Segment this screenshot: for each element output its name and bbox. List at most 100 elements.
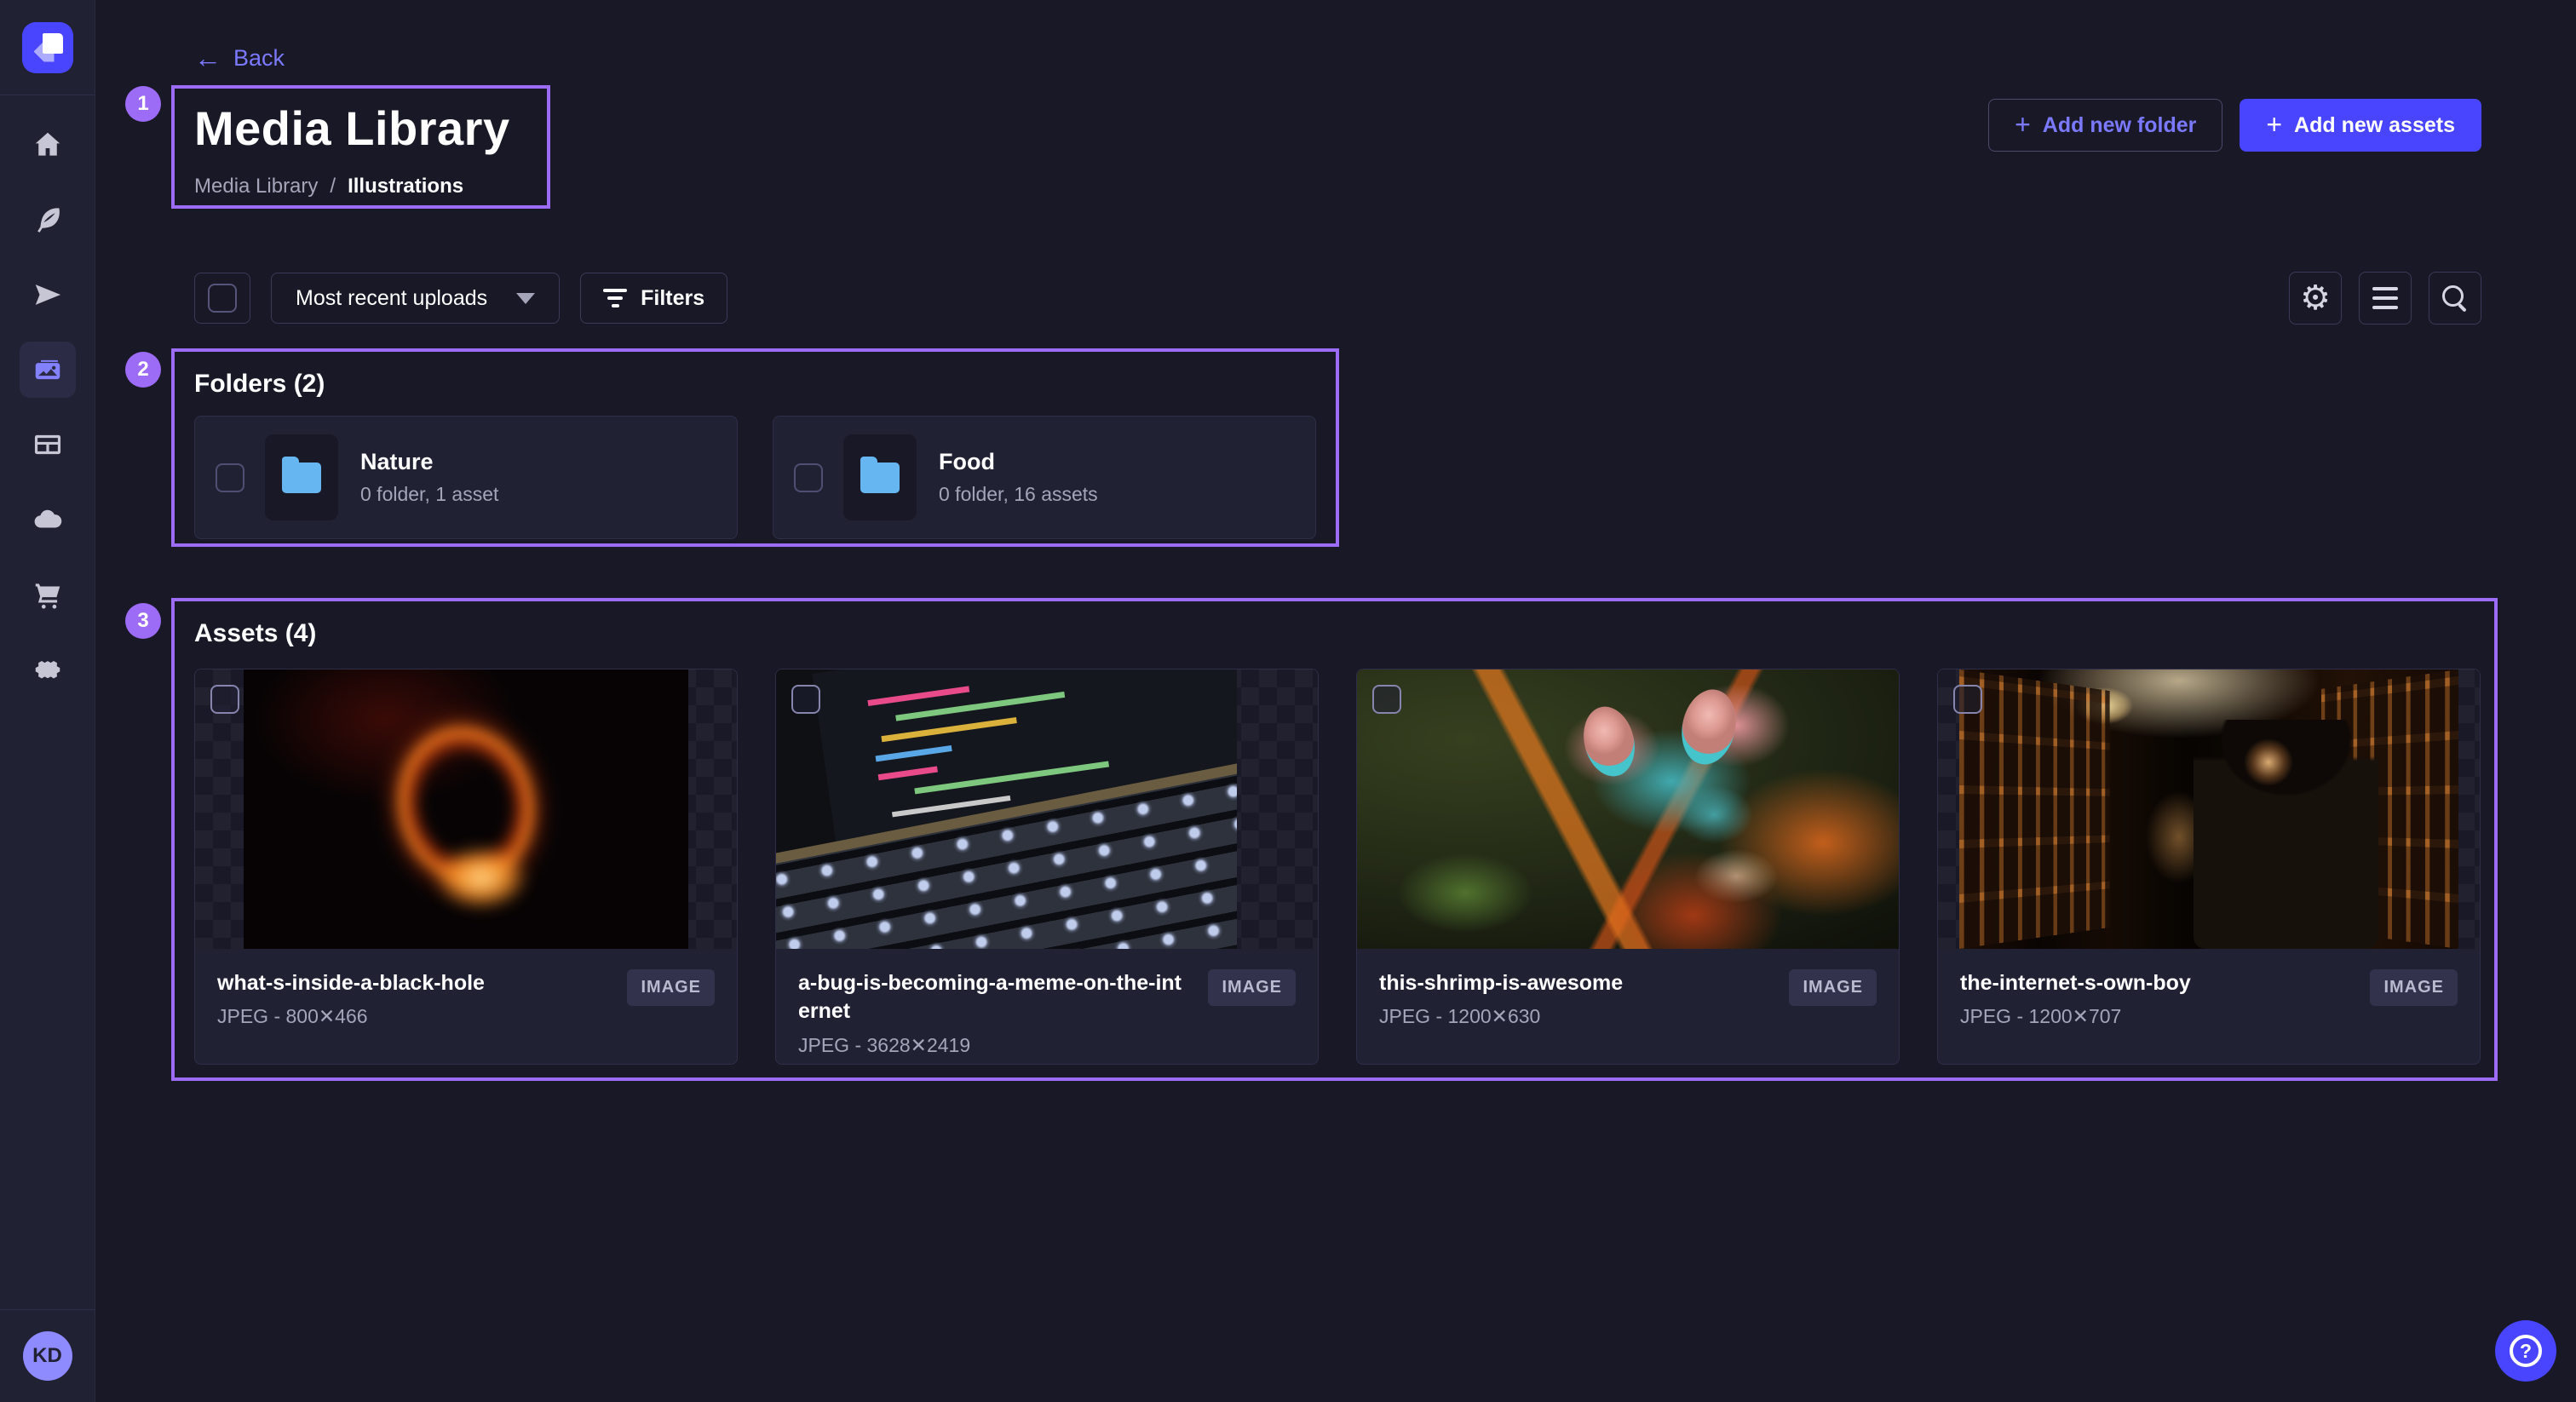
select-all-checkbox[interactable] <box>208 284 237 313</box>
asset-footer: this-shrimp-is-awesome JPEG - 1200✕630 I… <box>1357 949 1899 1064</box>
gear-icon <box>32 653 64 686</box>
asset-name: the-internet-s-own-boy <box>1960 969 2355 997</box>
add-new-folder-label: Add new folder <box>2043 113 2197 138</box>
asset-footer: what-s-inside-a-black-hole JPEG - 800✕46… <box>195 949 737 1064</box>
folder-icon-wrap <box>843 434 917 520</box>
plus-icon: + <box>2266 111 2282 138</box>
active-nav-highlight <box>20 342 76 398</box>
plus-icon: + <box>2015 111 2031 138</box>
asset-meta: JPEG - 1200✕707 <box>1960 1005 2355 1028</box>
asset-checkbox[interactable] <box>1372 685 1401 714</box>
folder-name[interactable]: Food <box>939 449 1098 475</box>
breadcrumb-separator: / <box>330 175 336 198</box>
asset-checkbox[interactable] <box>791 685 820 714</box>
asset-type-badge: IMAGE <box>627 969 715 1006</box>
settings-button[interactable]: ⚙ <box>2289 272 2342 325</box>
sidebar: KD <box>0 0 95 1402</box>
asset-meta: JPEG - 800✕466 <box>217 1005 612 1028</box>
asset-meta: JPEG - 1200✕630 <box>1379 1005 1774 1028</box>
sidebar-item-settings[interactable] <box>0 632 95 707</box>
asset-card-shrimp[interactable]: this-shrimp-is-awesome JPEG - 1200✕630 I… <box>1356 669 1900 1065</box>
folder-meta: 0 folder, 1 asset <box>360 483 498 506</box>
asset-type-badge: IMAGE <box>1789 969 1877 1006</box>
question-mark-icon: ? <box>2510 1335 2542 1367</box>
main-content: ← Back Media Library Media Library / Ill… <box>96 0 2576 1402</box>
arrow-left-icon: ← <box>194 44 221 72</box>
title-block: Media Library Media Library / Illustrati… <box>194 101 510 198</box>
asset-thumbnail[interactable] <box>195 669 737 949</box>
breadcrumb-current: Illustrations <box>348 175 463 198</box>
asset-text: what-s-inside-a-black-hole JPEG - 800✕46… <box>217 969 612 1028</box>
sidebar-item-deploy[interactable] <box>0 482 95 557</box>
sidebar-nav <box>0 95 95 707</box>
asset-card-bug-meme[interactable]: a-bug-is-becoming-a-meme-on-the-internet… <box>775 669 1319 1065</box>
sidebar-footer: KD <box>0 1309 95 1402</box>
asset-thumbnail[interactable] <box>1357 669 1899 949</box>
asset-name: a-bug-is-becoming-a-meme-on-the-internet <box>798 969 1193 1026</box>
sidebar-item-media-library[interactable] <box>0 332 95 407</box>
sidebar-item-content-manager[interactable] <box>0 182 95 257</box>
folder-checkbox[interactable] <box>216 463 244 492</box>
filters-button[interactable]: Filters <box>580 273 727 324</box>
gear-icon: ⚙ <box>2300 281 2331 315</box>
cart-icon <box>32 578 64 611</box>
home-icon <box>32 129 64 161</box>
search-button[interactable] <box>2429 272 2481 325</box>
sort-select[interactable]: Most recent uploads <box>271 273 560 324</box>
asset-text: this-shrimp-is-awesome JPEG - 1200✕630 <box>1379 969 1774 1028</box>
back-label: Back <box>233 45 285 72</box>
add-new-folder-button[interactable]: + Add new folder <box>1988 99 2222 152</box>
folder-icon <box>860 463 900 493</box>
sidebar-item-marketplace[interactable] <box>0 557 95 632</box>
media-library-icon <box>32 353 64 386</box>
breadcrumb-parent[interactable]: Media Library <box>194 175 318 198</box>
list-view-button[interactable] <box>2359 272 2412 325</box>
asset-footer: the-internet-s-own-boy JPEG - 1200✕707 I… <box>1938 949 2480 1064</box>
sidebar-item-content-type-builder[interactable] <box>0 407 95 482</box>
folder-card-nature[interactable]: Nature 0 folder, 1 asset <box>194 416 738 539</box>
folder-checkbox[interactable] <box>794 463 823 492</box>
asset-name: this-shrimp-is-awesome <box>1379 969 1774 997</box>
page-title: Media Library <box>194 101 510 156</box>
folder-text: Food 0 folder, 16 assets <box>939 449 1098 506</box>
folders-heading: Folders (2) <box>194 370 1316 399</box>
asset-text: the-internet-s-own-boy JPEG - 1200✕707 <box>1960 969 2355 1028</box>
help-button[interactable]: ? <box>2495 1320 2556 1382</box>
chevron-down-icon <box>516 293 535 304</box>
folder-card-food[interactable]: Food 0 folder, 16 assets <box>773 416 1316 539</box>
search-icon <box>2442 285 2468 311</box>
black-hole-photo[interactable] <box>244 669 688 949</box>
toolbar: Most recent uploads Filters ⚙ <box>194 273 2481 324</box>
mantis-shrimp-photo[interactable] <box>1357 669 1899 949</box>
asset-card-internet-own-boy[interactable]: the-internet-s-own-boy JPEG - 1200✕707 I… <box>1937 669 2481 1065</box>
folder-name[interactable]: Nature <box>360 449 498 475</box>
man-in-library-photo[interactable] <box>1959 669 2458 949</box>
filters-label: Filters <box>641 286 704 311</box>
sidebar-item-home[interactable] <box>0 107 95 182</box>
asset-type-badge: IMAGE <box>2370 969 2458 1006</box>
asset-checkbox[interactable] <box>1953 685 1982 714</box>
strapi-logo-icon <box>22 22 73 73</box>
add-new-assets-label: Add new assets <box>2294 113 2455 138</box>
layout-icon <box>32 428 64 461</box>
asset-thumbnail[interactable] <box>776 669 1318 949</box>
asset-card-black-hole[interactable]: what-s-inside-a-black-hole JPEG - 800✕46… <box>194 669 738 1065</box>
asset-type-badge: IMAGE <box>1208 969 1296 1006</box>
asset-checkbox[interactable] <box>210 685 239 714</box>
strapi-logo-mark <box>34 33 63 62</box>
laptop-code-photo[interactable] <box>776 669 1237 949</box>
asset-name: what-s-inside-a-black-hole <box>217 969 612 997</box>
toolbar-view-controls: ⚙ <box>2289 272 2481 325</box>
avatar[interactable]: KD <box>23 1331 72 1381</box>
paper-plane-icon <box>32 279 64 311</box>
sidebar-item-releases[interactable] <box>0 257 95 332</box>
back-link[interactable]: ← Back <box>194 44 285 72</box>
list-icon <box>2372 287 2398 309</box>
sort-select-value: Most recent uploads <box>296 286 487 311</box>
select-all-checkbox-wrap[interactable] <box>194 273 250 324</box>
app-logo[interactable] <box>0 0 95 95</box>
asset-meta: JPEG - 3628✕2419 <box>798 1034 1193 1057</box>
add-new-assets-button[interactable]: + Add new assets <box>2240 99 2481 152</box>
asset-thumbnail[interactable] <box>1938 669 2480 949</box>
folder-meta: 0 folder, 16 assets <box>939 483 1098 506</box>
